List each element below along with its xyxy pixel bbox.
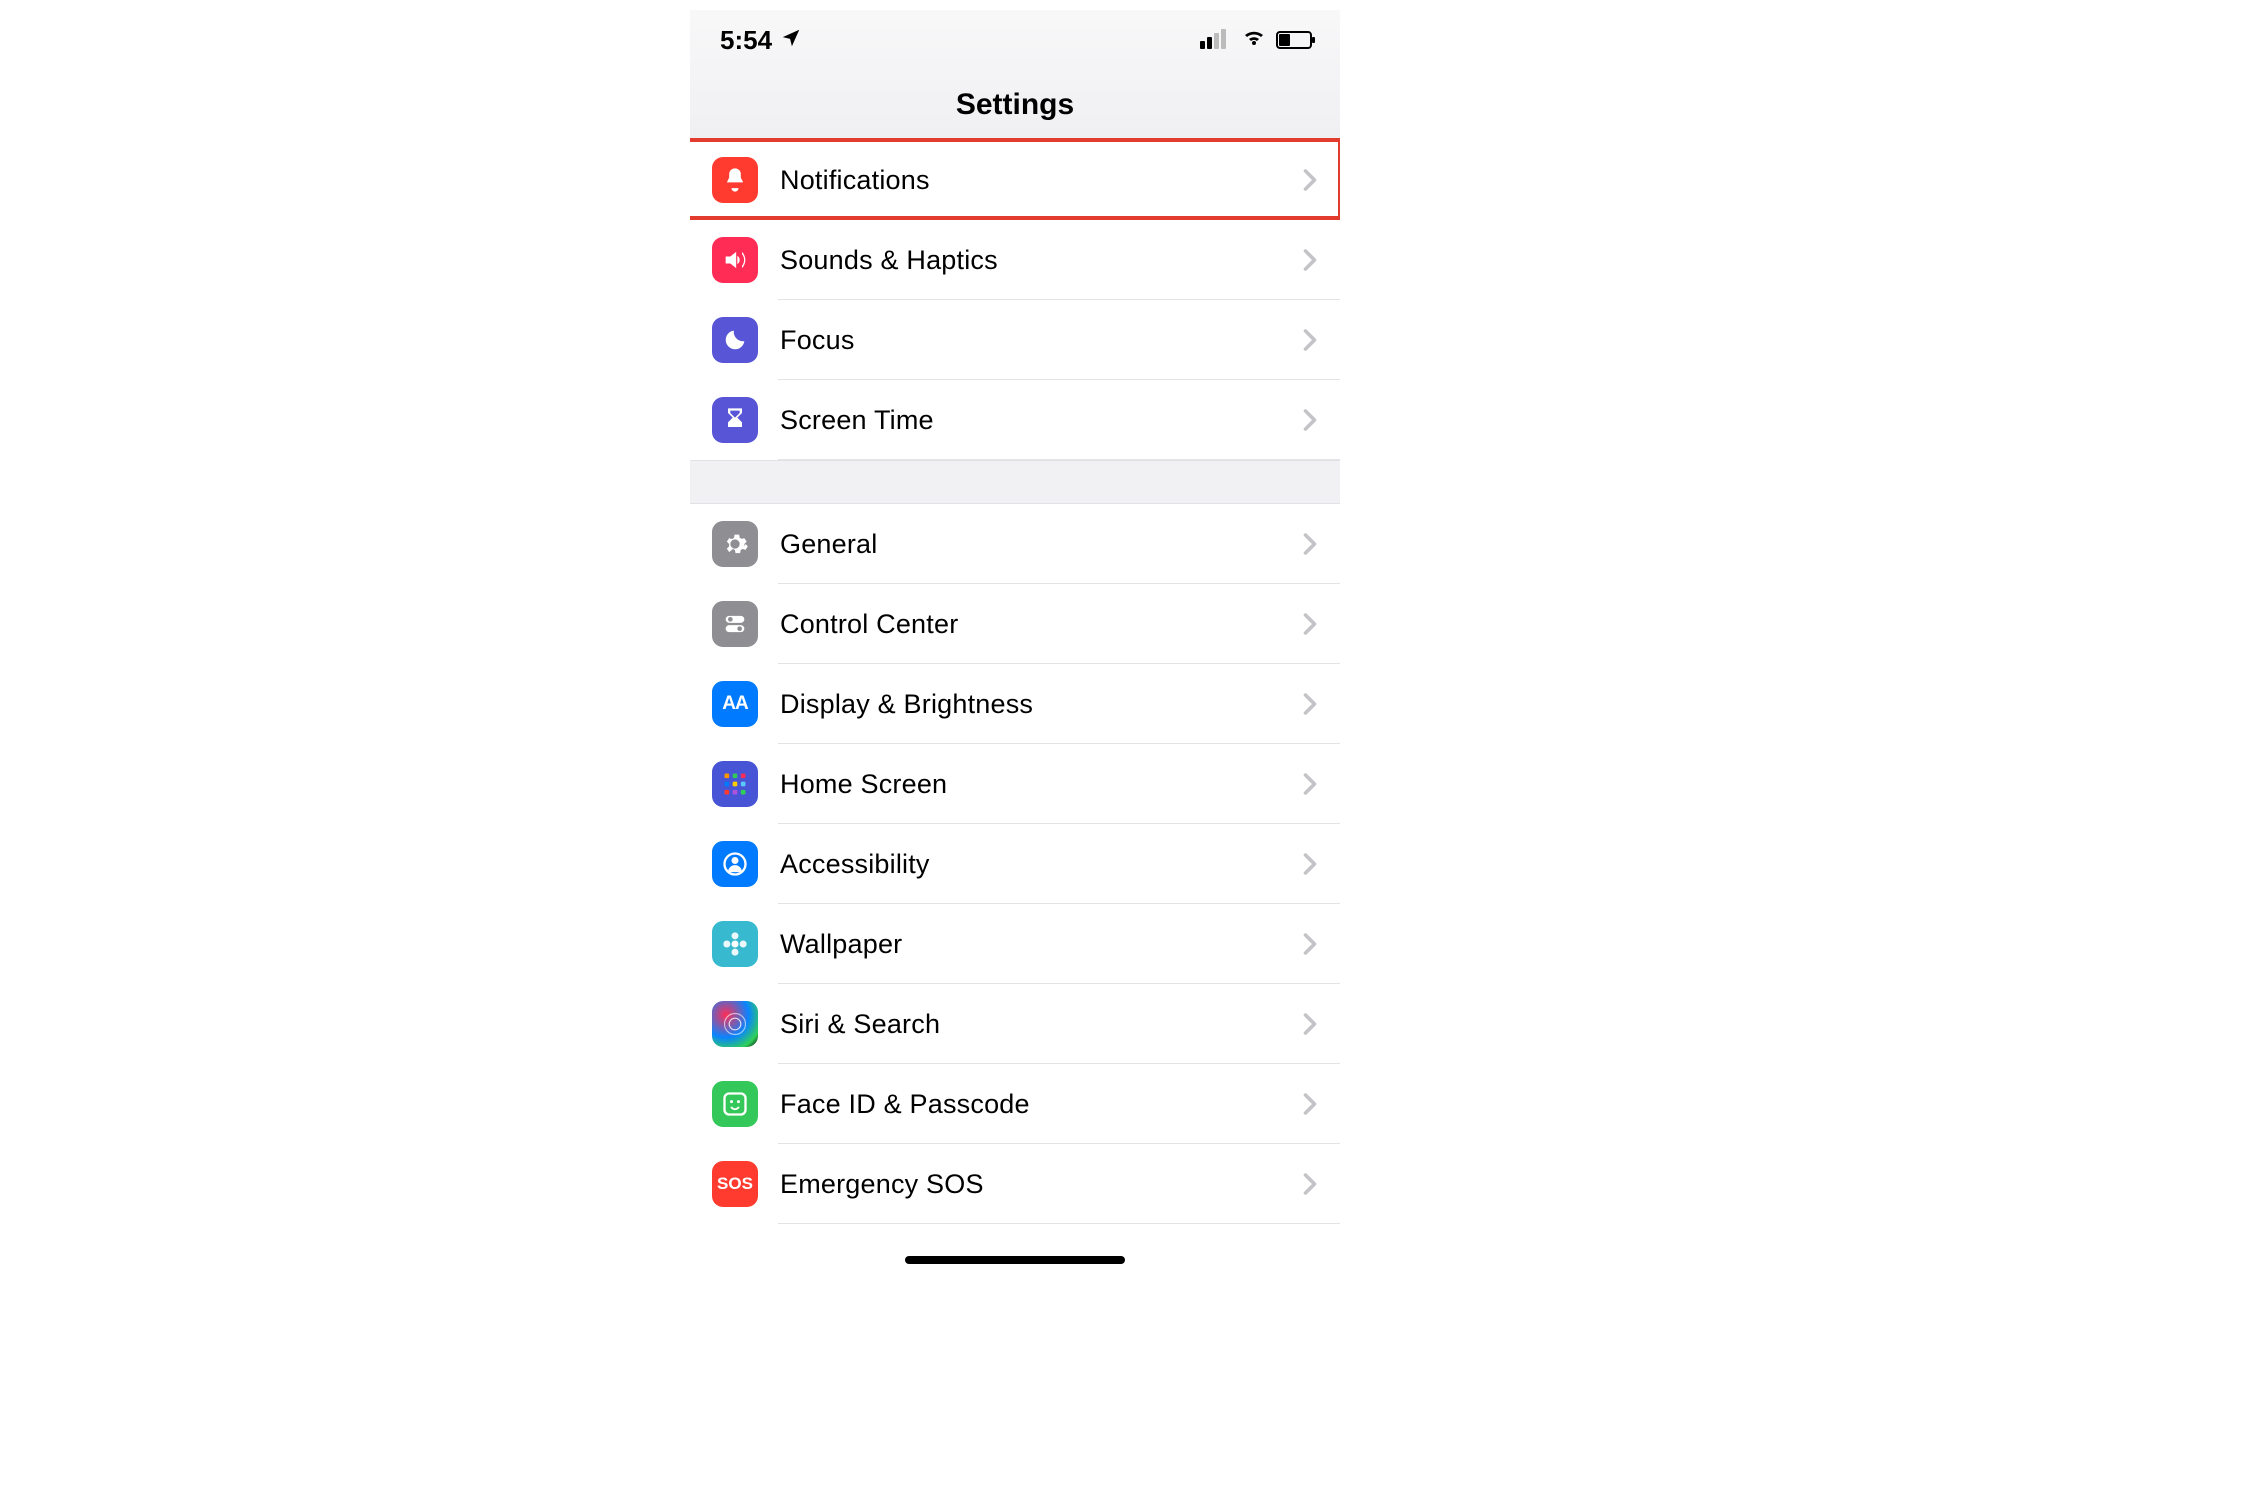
settings-row-home-screen[interactable]: Home Screen xyxy=(690,744,1340,824)
switches-icon xyxy=(712,601,758,647)
row-label: Control Center xyxy=(780,609,1302,640)
chevron-right-icon xyxy=(1302,248,1318,272)
person-circle-icon xyxy=(712,841,758,887)
location-arrow-icon xyxy=(780,25,802,56)
row-label: Sounds & Haptics xyxy=(780,245,1302,276)
chevron-right-icon xyxy=(1302,932,1318,956)
bell-icon xyxy=(712,157,758,203)
status-left: 5:54 xyxy=(720,25,802,56)
gear-icon xyxy=(712,521,758,567)
settings-row-accessibility[interactable]: Accessibility xyxy=(690,824,1340,904)
status-time: 5:54 xyxy=(720,25,772,56)
row-label: Siri & Search xyxy=(780,1009,1302,1040)
row-separator xyxy=(778,459,1340,460)
status-right xyxy=(1200,25,1312,56)
chevron-right-icon xyxy=(1302,1012,1318,1036)
row-label: Screen Time xyxy=(780,405,1302,436)
row-label: Home Screen xyxy=(780,769,1302,800)
settings-row-general[interactable]: General xyxy=(690,504,1340,584)
face-icon xyxy=(712,1081,758,1127)
iphone-settings-screen: 5:54 Settings Notifications Sounds & Hapt… xyxy=(690,10,1340,1270)
flower-icon xyxy=(712,921,758,967)
row-label: Wallpaper xyxy=(780,929,1302,960)
moon-icon xyxy=(712,317,758,363)
chevron-right-icon xyxy=(1302,328,1318,352)
canvas: 5:54 Settings Notifications Sounds & Hapt… xyxy=(0,0,2251,1500)
settings-row-display-brightness[interactable]: AA Display & Brightness xyxy=(690,664,1340,744)
settings-row-siri-search[interactable]: Siri & Search xyxy=(690,984,1340,1064)
settings-list[interactable]: Notifications Sounds & Haptics Focus Screen… xyxy=(690,140,1340,1224)
chevron-right-icon xyxy=(1302,612,1318,636)
settings-row-faceid-passcode[interactable]: Face ID & Passcode xyxy=(690,1064,1340,1144)
settings-row-emergency-sos[interactable]: SOS Emergency SOS xyxy=(690,1144,1340,1224)
row-label: General xyxy=(780,529,1302,560)
chevron-right-icon xyxy=(1302,852,1318,876)
chevron-right-icon xyxy=(1302,168,1318,192)
battery-icon xyxy=(1276,31,1312,49)
settings-row-screen-time[interactable]: Screen Time xyxy=(690,380,1340,460)
chevron-right-icon xyxy=(1302,532,1318,556)
chevron-right-icon xyxy=(1302,772,1318,796)
grid-icon xyxy=(712,761,758,807)
settings-section: Notifications Sounds & Haptics Focus Screen… xyxy=(690,140,1340,460)
settings-row-notifications[interactable]: Notifications xyxy=(690,140,1340,220)
section-gap xyxy=(690,460,1340,504)
row-label: Emergency SOS xyxy=(780,1169,1302,1200)
sos-icon: SOS xyxy=(712,1161,758,1207)
speaker-icon xyxy=(712,237,758,283)
row-label: Focus xyxy=(780,325,1302,356)
settings-section: General Control Center AA Display & Brightn… xyxy=(690,504,1340,1224)
navbar: Settings xyxy=(690,70,1340,140)
row-label: Display & Brightness xyxy=(780,689,1302,720)
chevron-right-icon xyxy=(1302,1172,1318,1196)
siri-icon xyxy=(712,1001,758,1047)
navbar-title: Settings xyxy=(956,88,1074,122)
home-indicator[interactable] xyxy=(905,1256,1125,1264)
chevron-right-icon xyxy=(1302,1092,1318,1116)
chevron-right-icon xyxy=(1302,692,1318,716)
hourglass-icon xyxy=(712,397,758,443)
wifi-icon xyxy=(1242,25,1266,56)
chevron-right-icon xyxy=(1302,408,1318,432)
cellular-signal-icon xyxy=(1200,25,1228,56)
row-label: Notifications xyxy=(780,165,1302,196)
aa-icon: AA xyxy=(712,681,758,727)
status-bar: 5:54 xyxy=(690,10,1340,70)
settings-row-sounds-haptics[interactable]: Sounds & Haptics xyxy=(690,220,1340,300)
row-label: Face ID & Passcode xyxy=(780,1089,1302,1120)
row-label: Accessibility xyxy=(780,849,1302,880)
settings-row-control-center[interactable]: Control Center xyxy=(690,584,1340,664)
row-separator xyxy=(778,1223,1340,1224)
settings-row-wallpaper[interactable]: Wallpaper xyxy=(690,904,1340,984)
settings-row-focus[interactable]: Focus xyxy=(690,300,1340,380)
